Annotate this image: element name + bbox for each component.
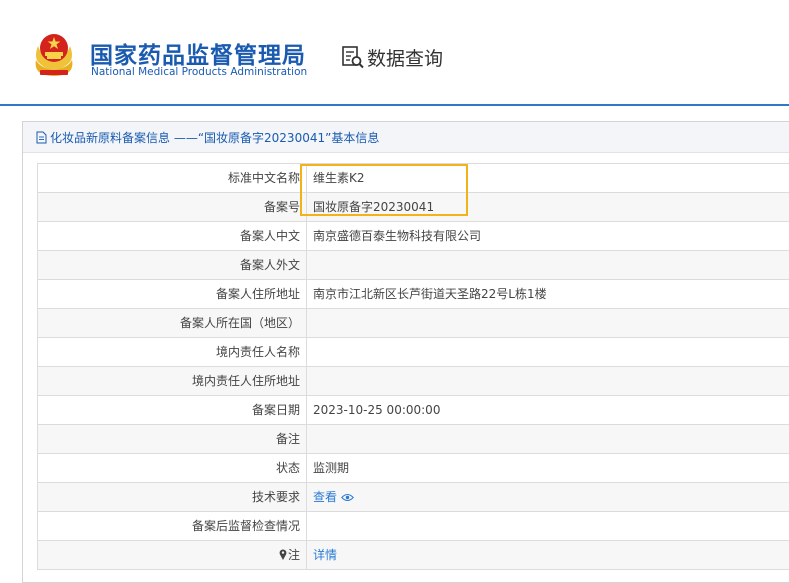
field-value bbox=[307, 251, 789, 279]
panel-title: 化妆品新原料备案信息 ——“国妆原备字20230041”基本信息 bbox=[50, 130, 380, 145]
data-query-nav[interactable]: 数据查询 bbox=[341, 44, 443, 70]
field-label: 备案人住所地址 bbox=[38, 280, 307, 308]
record-table: 标准中文名称 维生素K2 备案号 国妆原备字20230041 备案人中文 南京盛… bbox=[37, 163, 789, 570]
document-search-icon bbox=[342, 46, 364, 69]
field-label: 备案号 bbox=[38, 193, 307, 221]
field-value: 2023-10-25 00:00:00 bbox=[313, 403, 441, 417]
table-row: 境内责任人名称 bbox=[37, 338, 789, 367]
field-value bbox=[307, 425, 789, 453]
field-label: 标准中文名称 bbox=[38, 164, 307, 192]
table-row: 备案人外文 bbox=[37, 251, 789, 280]
table-row: 注 详情 bbox=[37, 541, 789, 570]
org-name-cn: 国家药品监督管理局 bbox=[90, 43, 306, 69]
table-row: 标准中文名称 维生素K2 bbox=[37, 164, 789, 193]
table-row: 境内责任人住所地址 bbox=[37, 367, 789, 396]
header-divider bbox=[0, 104, 789, 106]
table-row: 状态 监测期 bbox=[37, 454, 789, 483]
field-label: 注 bbox=[38, 541, 307, 569]
field-value bbox=[307, 309, 789, 337]
field-label: 备案日期 bbox=[38, 396, 307, 424]
table-row: 备案日期 2023-10-25 00:00:00 bbox=[37, 396, 789, 425]
panel-header: 化妆品新原料备案信息 ——“国妆原备字20230041”基本信息 bbox=[23, 122, 789, 153]
eye-icon bbox=[341, 494, 354, 501]
field-label: 备案人外文 bbox=[38, 251, 307, 279]
field-value: 国妆原备字20230041 bbox=[313, 200, 435, 214]
field-label: 境内责任人住所地址 bbox=[38, 367, 307, 395]
pin-icon bbox=[279, 549, 287, 560]
site-header: 国家药品监督管理局 National Medical Products Admi… bbox=[0, 0, 789, 104]
field-value: 南京市江北新区长芦街道天圣路22号L栋1楼 bbox=[313, 287, 547, 301]
view-link-label: 查看 bbox=[313, 490, 338, 504]
document-icon bbox=[36, 131, 47, 143]
record-panel: 化妆品新原料备案信息 ——“国妆原备字20230041”基本信息 标准中文名称 … bbox=[22, 121, 789, 583]
table-row: 备案号 国妆原备字20230041 bbox=[37, 193, 789, 222]
field-label: 备案人所在国（地区） bbox=[38, 309, 307, 337]
table-row: 备案人中文 南京盛德百泰生物科技有限公司 bbox=[37, 222, 789, 251]
field-value bbox=[307, 512, 789, 540]
table-row: 备案人住所地址 南京市江北新区长芦街道天圣路22号L栋1楼 bbox=[37, 280, 789, 309]
field-label: 技术要求 bbox=[38, 483, 307, 511]
org-name-en: National Medical Products Administration bbox=[91, 66, 308, 78]
status-value: 监测期 bbox=[313, 461, 350, 475]
field-label: 境内责任人名称 bbox=[38, 338, 307, 366]
table-row: 备案后监督检查情况 bbox=[37, 512, 789, 541]
field-label: 备案后监督检查情况 bbox=[38, 512, 307, 540]
field-value bbox=[307, 338, 789, 366]
table-row: 技术要求 查看 bbox=[37, 483, 789, 512]
field-label: 备案人中文 bbox=[38, 222, 307, 250]
field-value bbox=[307, 367, 789, 395]
note-label: 注 bbox=[287, 548, 300, 562]
table-row: 备案人所在国（地区） bbox=[37, 309, 789, 338]
view-tech-requirements-link[interactable]: 查看 bbox=[307, 483, 789, 511]
field-value: 维生素K2 bbox=[313, 171, 365, 185]
details-link[interactable]: 详情 bbox=[307, 541, 789, 569]
query-title: 数据查询 bbox=[367, 47, 444, 70]
field-value: 南京盛德百泰生物科技有限公司 bbox=[313, 229, 482, 243]
national-emblem-icon bbox=[35, 34, 73, 76]
field-label: 备注 bbox=[38, 425, 307, 453]
field-label: 状态 bbox=[38, 454, 307, 482]
table-row: 备注 bbox=[37, 425, 789, 454]
